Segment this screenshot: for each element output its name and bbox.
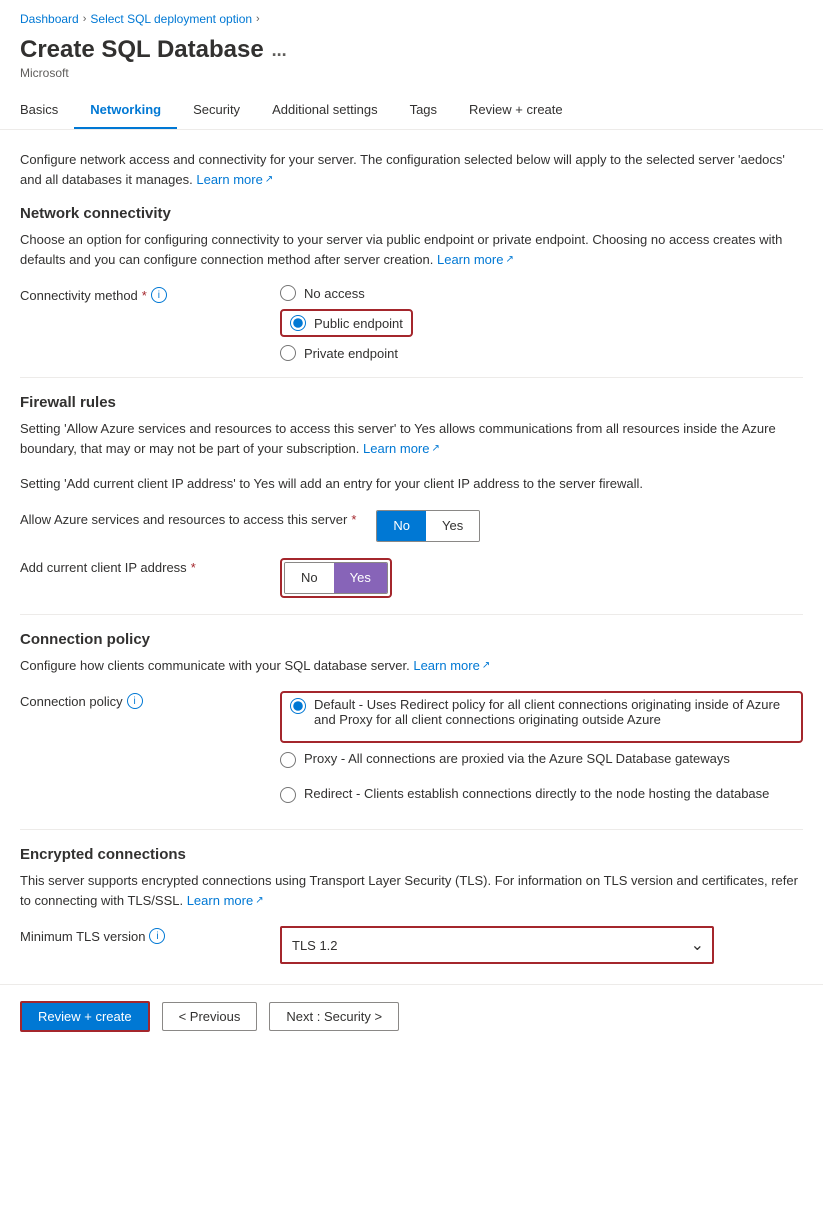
allow-azure-label: Allow Azure services and resources to ac… bbox=[20, 510, 356, 527]
encrypted-connections-title: Encrypted connections bbox=[20, 846, 803, 863]
min-tls-select-wrapper: TLS 1.0 TLS 1.1 TLS 1.2 ⌄ bbox=[280, 926, 714, 964]
more-options-icon[interactable]: ... bbox=[272, 40, 287, 61]
page-subtitle: Microsoft bbox=[20, 66, 803, 80]
next-button[interactable]: Next : Security > bbox=[269, 1002, 399, 1031]
previous-button[interactable]: < Previous bbox=[162, 1002, 258, 1031]
radio-default-policy-input[interactable] bbox=[290, 698, 306, 714]
firewall-rules-section: Firewall rules Setting 'Allow Azure serv… bbox=[20, 394, 803, 598]
network-connectivity-title: Network connectivity bbox=[20, 205, 803, 222]
intro-learn-more-link[interactable]: Learn more bbox=[196, 170, 273, 190]
tab-review-create[interactable]: Review + create bbox=[453, 92, 579, 129]
connection-policy-radio-group: Default - Uses Redirect policy for all c… bbox=[280, 691, 803, 813]
tab-additional-settings[interactable]: Additional settings bbox=[256, 92, 394, 129]
network-connectivity-section: Network connectivity Choose an option fo… bbox=[20, 205, 803, 361]
connectivity-radio-group: No access Public endpoint Private endpoi… bbox=[280, 285, 413, 361]
tab-networking[interactable]: Networking bbox=[74, 92, 177, 129]
default-policy-box: Default - Uses Redirect policy for all c… bbox=[280, 691, 803, 743]
radio-default-policy[interactable]: Default - Uses Redirect policy for all c… bbox=[290, 697, 793, 727]
allow-azure-yes-btn[interactable]: Yes bbox=[426, 510, 479, 542]
connectivity-method-label: Connectivity method * i bbox=[20, 285, 260, 303]
min-tls-row: Minimum TLS version i TLS 1.0 TLS 1.1 TL… bbox=[20, 926, 803, 964]
add-client-ip-no-btn[interactable]: No bbox=[285, 562, 334, 594]
add-client-ip-yes-btn[interactable]: Yes bbox=[334, 562, 387, 594]
bottom-bar: Review + create < Previous Next : Securi… bbox=[0, 984, 823, 1048]
tab-tags[interactable]: Tags bbox=[394, 92, 453, 129]
firewall-desc-1: Setting 'Allow Azure services and resour… bbox=[20, 419, 803, 458]
radio-proxy-policy-input[interactable] bbox=[280, 752, 296, 768]
network-learn-more-link[interactable]: Learn more bbox=[437, 250, 514, 270]
firewall-rules-title: Firewall rules bbox=[20, 394, 803, 411]
add-client-ip-row: Add current client IP address * No Yes bbox=[20, 558, 803, 598]
page-header: Create SQL Database ... Microsoft bbox=[0, 32, 823, 92]
breadcrumb-dashboard[interactable]: Dashboard bbox=[20, 12, 79, 26]
connectivity-method-row: Connectivity method * i No access Public… bbox=[20, 285, 803, 361]
connection-policy-learn-more-link[interactable]: Learn more bbox=[413, 656, 490, 676]
separator-3 bbox=[20, 829, 803, 830]
connection-policy-row: Connection policy i Default - Uses Redir… bbox=[20, 691, 803, 813]
min-tls-select[interactable]: TLS 1.0 TLS 1.1 TLS 1.2 bbox=[282, 928, 712, 962]
allow-azure-toggle: No Yes bbox=[376, 510, 480, 542]
allow-azure-row: Allow Azure services and resources to ac… bbox=[20, 510, 803, 542]
main-content: Configure network access and connectivit… bbox=[0, 130, 823, 964]
public-endpoint-box: Public endpoint bbox=[280, 309, 413, 337]
min-tls-label: Minimum TLS version i bbox=[20, 926, 260, 944]
add-client-ip-toggle: No Yes bbox=[284, 562, 388, 594]
min-tls-info-icon[interactable]: i bbox=[149, 928, 165, 944]
allow-azure-no-btn[interactable]: No bbox=[377, 510, 426, 542]
network-connectivity-desc: Choose an option for configuring connect… bbox=[20, 230, 803, 269]
radio-no-access[interactable]: No access bbox=[280, 285, 413, 301]
tabs-container: Basics Networking Security Additional se… bbox=[0, 92, 823, 130]
radio-private-endpoint-input[interactable] bbox=[280, 345, 296, 361]
add-client-ip-toggle-box: No Yes bbox=[280, 558, 392, 598]
connection-policy-title: Connection policy bbox=[20, 631, 803, 648]
radio-public-endpoint[interactable]: Public endpoint bbox=[280, 309, 413, 337]
radio-redirect-policy-input[interactable] bbox=[280, 787, 296, 803]
connection-policy-field-label: Connection policy i bbox=[20, 691, 260, 709]
connectivity-info-icon[interactable]: i bbox=[151, 287, 167, 303]
firewall-learn-more-link[interactable]: Learn more bbox=[363, 439, 440, 459]
breadcrumb-select-sql[interactable]: Select SQL deployment option bbox=[90, 12, 252, 26]
review-create-button[interactable]: Review + create bbox=[20, 1001, 150, 1032]
radio-redirect-policy[interactable]: Redirect - Clients establish connections… bbox=[280, 786, 803, 803]
breadcrumb: Dashboard › Select SQL deployment option… bbox=[0, 0, 823, 32]
allow-azure-required-star: * bbox=[351, 512, 356, 527]
separator-1 bbox=[20, 377, 803, 378]
encrypted-learn-more-link[interactable]: Learn more bbox=[187, 891, 264, 911]
add-client-ip-label: Add current client IP address * bbox=[20, 558, 260, 575]
intro-description: Configure network access and connectivit… bbox=[20, 150, 803, 189]
firewall-desc-2: Setting 'Add current client IP address' … bbox=[20, 474, 803, 494]
add-client-ip-required-star: * bbox=[191, 560, 196, 575]
radio-proxy-policy[interactable]: Proxy - All connections are proxied via … bbox=[280, 751, 803, 768]
encrypted-connections-section: Encrypted connections This server suppor… bbox=[20, 846, 803, 964]
page-title: Create SQL Database bbox=[20, 36, 264, 64]
connectivity-required-star: * bbox=[142, 288, 147, 303]
radio-public-endpoint-input[interactable] bbox=[290, 315, 306, 331]
radio-no-access-input[interactable] bbox=[280, 285, 296, 301]
connection-policy-info-icon[interactable]: i bbox=[127, 693, 143, 709]
connection-policy-section: Connection policy Configure how clients … bbox=[20, 631, 803, 814]
separator-2 bbox=[20, 614, 803, 615]
tab-security[interactable]: Security bbox=[177, 92, 256, 129]
encrypted-connections-desc: This server supports encrypted connectio… bbox=[20, 871, 803, 910]
radio-private-endpoint[interactable]: Private endpoint bbox=[280, 345, 413, 361]
tab-basics[interactable]: Basics bbox=[20, 92, 74, 129]
connection-policy-desc: Configure how clients communicate with y… bbox=[20, 656, 803, 676]
